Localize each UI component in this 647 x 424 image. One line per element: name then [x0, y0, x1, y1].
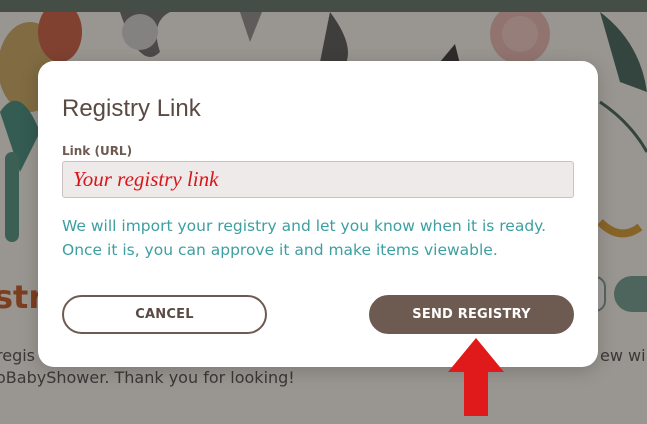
send-registry-button[interactable]: SEND REGISTRY [369, 295, 574, 334]
cancel-button[interactable]: CANCEL [62, 295, 267, 334]
registry-link-input[interactable] [62, 161, 574, 198]
info-line-1: We will import your registry and let you… [62, 217, 547, 235]
link-url-label: Link (URL) [62, 144, 133, 158]
info-line-2: Once it is, you can approve it and make … [62, 241, 498, 259]
info-message: We will import your registry and let you… [62, 214, 582, 262]
red-up-arrow-icon [448, 338, 504, 416]
registry-link-dialog: Registry Link Link (URL) We will import … [38, 61, 598, 367]
dialog-title: Registry Link [62, 95, 201, 122]
